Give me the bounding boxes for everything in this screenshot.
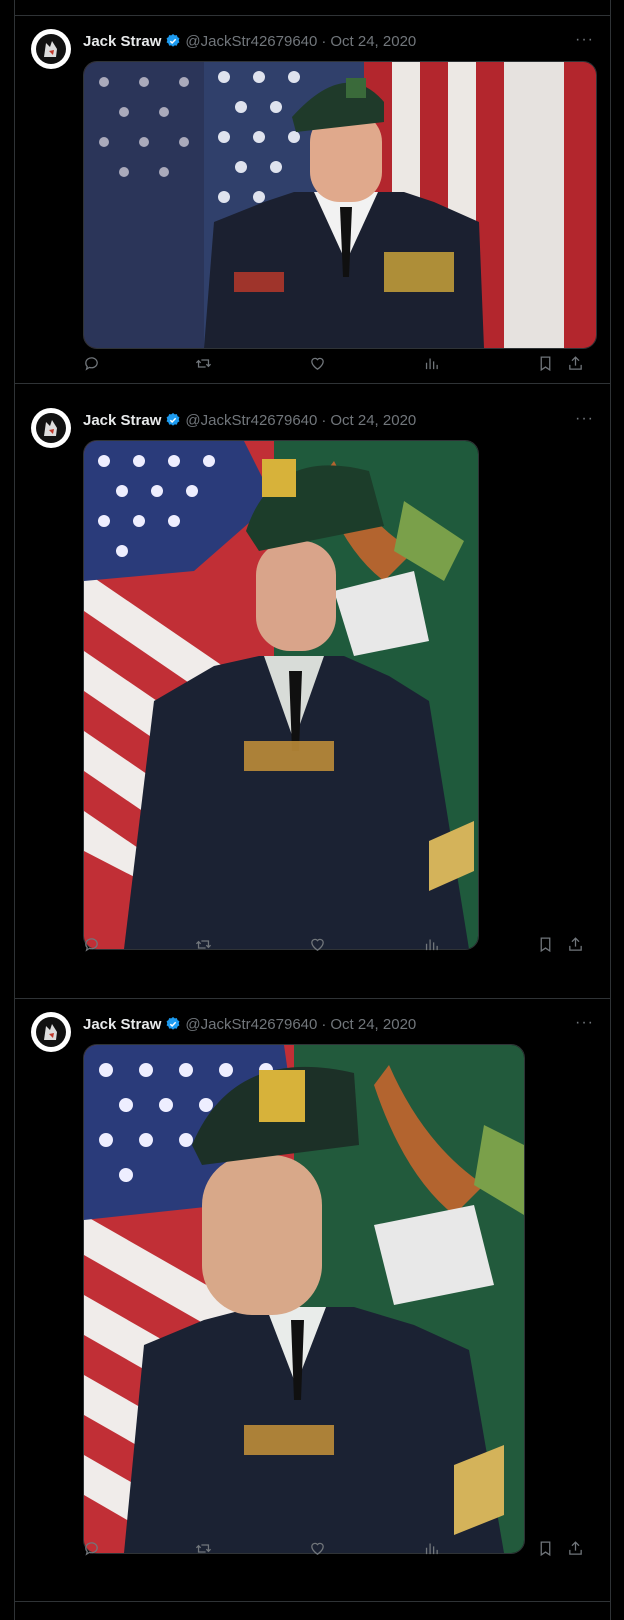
separator-dot: · xyxy=(321,1015,327,1033)
author-handle[interactable]: @JackStr42679640 xyxy=(185,33,317,50)
bookmark-icon[interactable] xyxy=(537,1540,554,1557)
author-name[interactable]: Jack Straw xyxy=(83,1016,161,1033)
author-handle[interactable]: @JackStr42679640 xyxy=(185,412,317,429)
like-icon[interactable] xyxy=(309,1540,326,1557)
more-options-icon[interactable]: ··· xyxy=(575,31,594,49)
bookmark-icon[interactable] xyxy=(537,936,554,953)
reply-icon[interactable] xyxy=(83,936,100,953)
tweet-actions xyxy=(83,1538,598,1558)
previous-tweet-edge xyxy=(15,0,610,16)
tweet[interactable]: Jack Straw @JackStr42679640 · Oct 24, 20… xyxy=(15,394,610,999)
like-icon[interactable] xyxy=(309,355,326,372)
tweet-date[interactable]: Oct 24, 2020 xyxy=(330,412,416,429)
tweet-header: Jack Straw @JackStr42679640 · Oct 24, 20… xyxy=(83,410,416,430)
tweet-date[interactable]: Oct 24, 2020 xyxy=(330,33,416,50)
tweet-header: Jack Straw @JackStr42679640 · Oct 24, 20… xyxy=(83,1014,416,1034)
author-handle[interactable]: @JackStr42679640 xyxy=(185,1016,317,1033)
more-options-icon[interactable]: ··· xyxy=(575,410,594,428)
separator-dot: · xyxy=(321,32,327,50)
timeline: Jack Straw @JackStr42679640 · Oct 24, 20… xyxy=(14,0,611,1620)
tweet-photo[interactable] xyxy=(83,1044,525,1554)
tweet[interactable]: Jack Straw @JackStr42679640 · Oct 24, 20… xyxy=(15,998,610,1602)
soldier-portrait-photo xyxy=(84,62,596,348)
tweet-header: Jack Straw @JackStr42679640 · Oct 24, 20… xyxy=(83,31,416,51)
tweet[interactable]: Jack Straw @JackStr42679640 · Oct 24, 20… xyxy=(15,15,610,384)
separator-dot: · xyxy=(321,411,327,429)
author-name[interactable]: Jack Straw xyxy=(83,412,161,429)
more-options-icon[interactable]: ··· xyxy=(575,1014,594,1032)
retweet-icon[interactable] xyxy=(195,936,212,953)
tweet-photo[interactable] xyxy=(83,61,597,349)
share-icon[interactable] xyxy=(567,936,584,953)
wolf-logo-icon xyxy=(36,1017,66,1047)
retweet-icon[interactable] xyxy=(195,1540,212,1557)
next-tweet-edge xyxy=(15,1600,610,1620)
share-icon[interactable] xyxy=(567,355,584,372)
tweet-photo[interactable] xyxy=(83,440,479,950)
views-icon[interactable] xyxy=(423,1540,440,1557)
bookmark-icon[interactable] xyxy=(537,355,554,372)
views-icon[interactable] xyxy=(423,936,440,953)
verified-badge-icon xyxy=(165,33,181,49)
soldier-portrait-photo xyxy=(84,1045,524,1553)
tweet-actions xyxy=(83,934,598,954)
reply-icon[interactable] xyxy=(83,355,100,372)
like-icon[interactable] xyxy=(309,936,326,953)
share-icon[interactable] xyxy=(567,1540,584,1557)
author-name[interactable]: Jack Straw xyxy=(83,33,161,50)
verified-badge-icon xyxy=(165,412,181,428)
avatar[interactable] xyxy=(31,408,71,448)
wolf-logo-icon xyxy=(36,34,66,64)
wolf-logo-icon xyxy=(36,413,66,443)
soldier-portrait-photo xyxy=(84,441,478,949)
reply-icon[interactable] xyxy=(83,1540,100,1557)
tweet-date[interactable]: Oct 24, 2020 xyxy=(330,1016,416,1033)
tweet-actions xyxy=(83,353,598,373)
views-icon[interactable] xyxy=(423,355,440,372)
avatar[interactable] xyxy=(31,1012,71,1052)
verified-badge-icon xyxy=(165,1016,181,1032)
retweet-icon[interactable] xyxy=(195,355,212,372)
avatar[interactable] xyxy=(31,29,71,69)
